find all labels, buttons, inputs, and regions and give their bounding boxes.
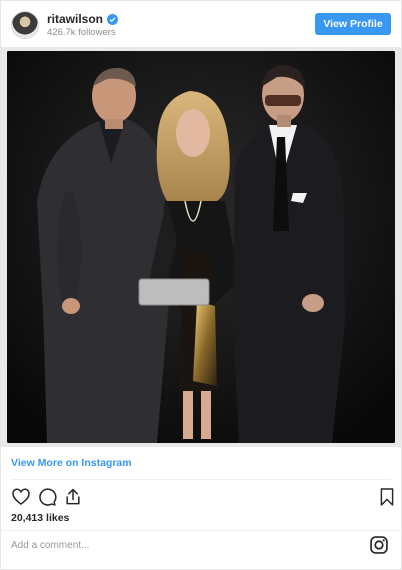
bookmark-icon[interactable] xyxy=(379,487,395,507)
divider xyxy=(1,530,401,531)
share-icon[interactable] xyxy=(63,487,83,507)
divider xyxy=(11,479,391,480)
username[interactable]: ritawilson xyxy=(47,12,103,26)
username-row: ritawilson xyxy=(47,12,119,26)
comment-input[interactable]: Add a comment... xyxy=(11,540,89,551)
view-profile-button[interactable]: View Profile xyxy=(315,13,391,35)
post-header: ritawilson 426.7k followers View Profile xyxy=(1,1,401,47)
verified-badge-icon xyxy=(107,13,119,25)
instagram-embed: ritawilson 426.7k followers View Profile xyxy=(0,0,402,570)
heart-icon[interactable] xyxy=(11,487,31,507)
avatar[interactable] xyxy=(11,11,39,39)
post-photo[interactable] xyxy=(7,51,395,443)
instagram-logo-icon[interactable] xyxy=(369,535,389,555)
followers-count: 426.7k followers xyxy=(47,27,116,38)
comment-icon[interactable] xyxy=(37,487,57,507)
likes-count[interactable]: 20,413 likes xyxy=(11,512,69,524)
post-image-frame xyxy=(1,47,401,447)
view-more-link[interactable]: View More on Instagram xyxy=(11,457,132,469)
